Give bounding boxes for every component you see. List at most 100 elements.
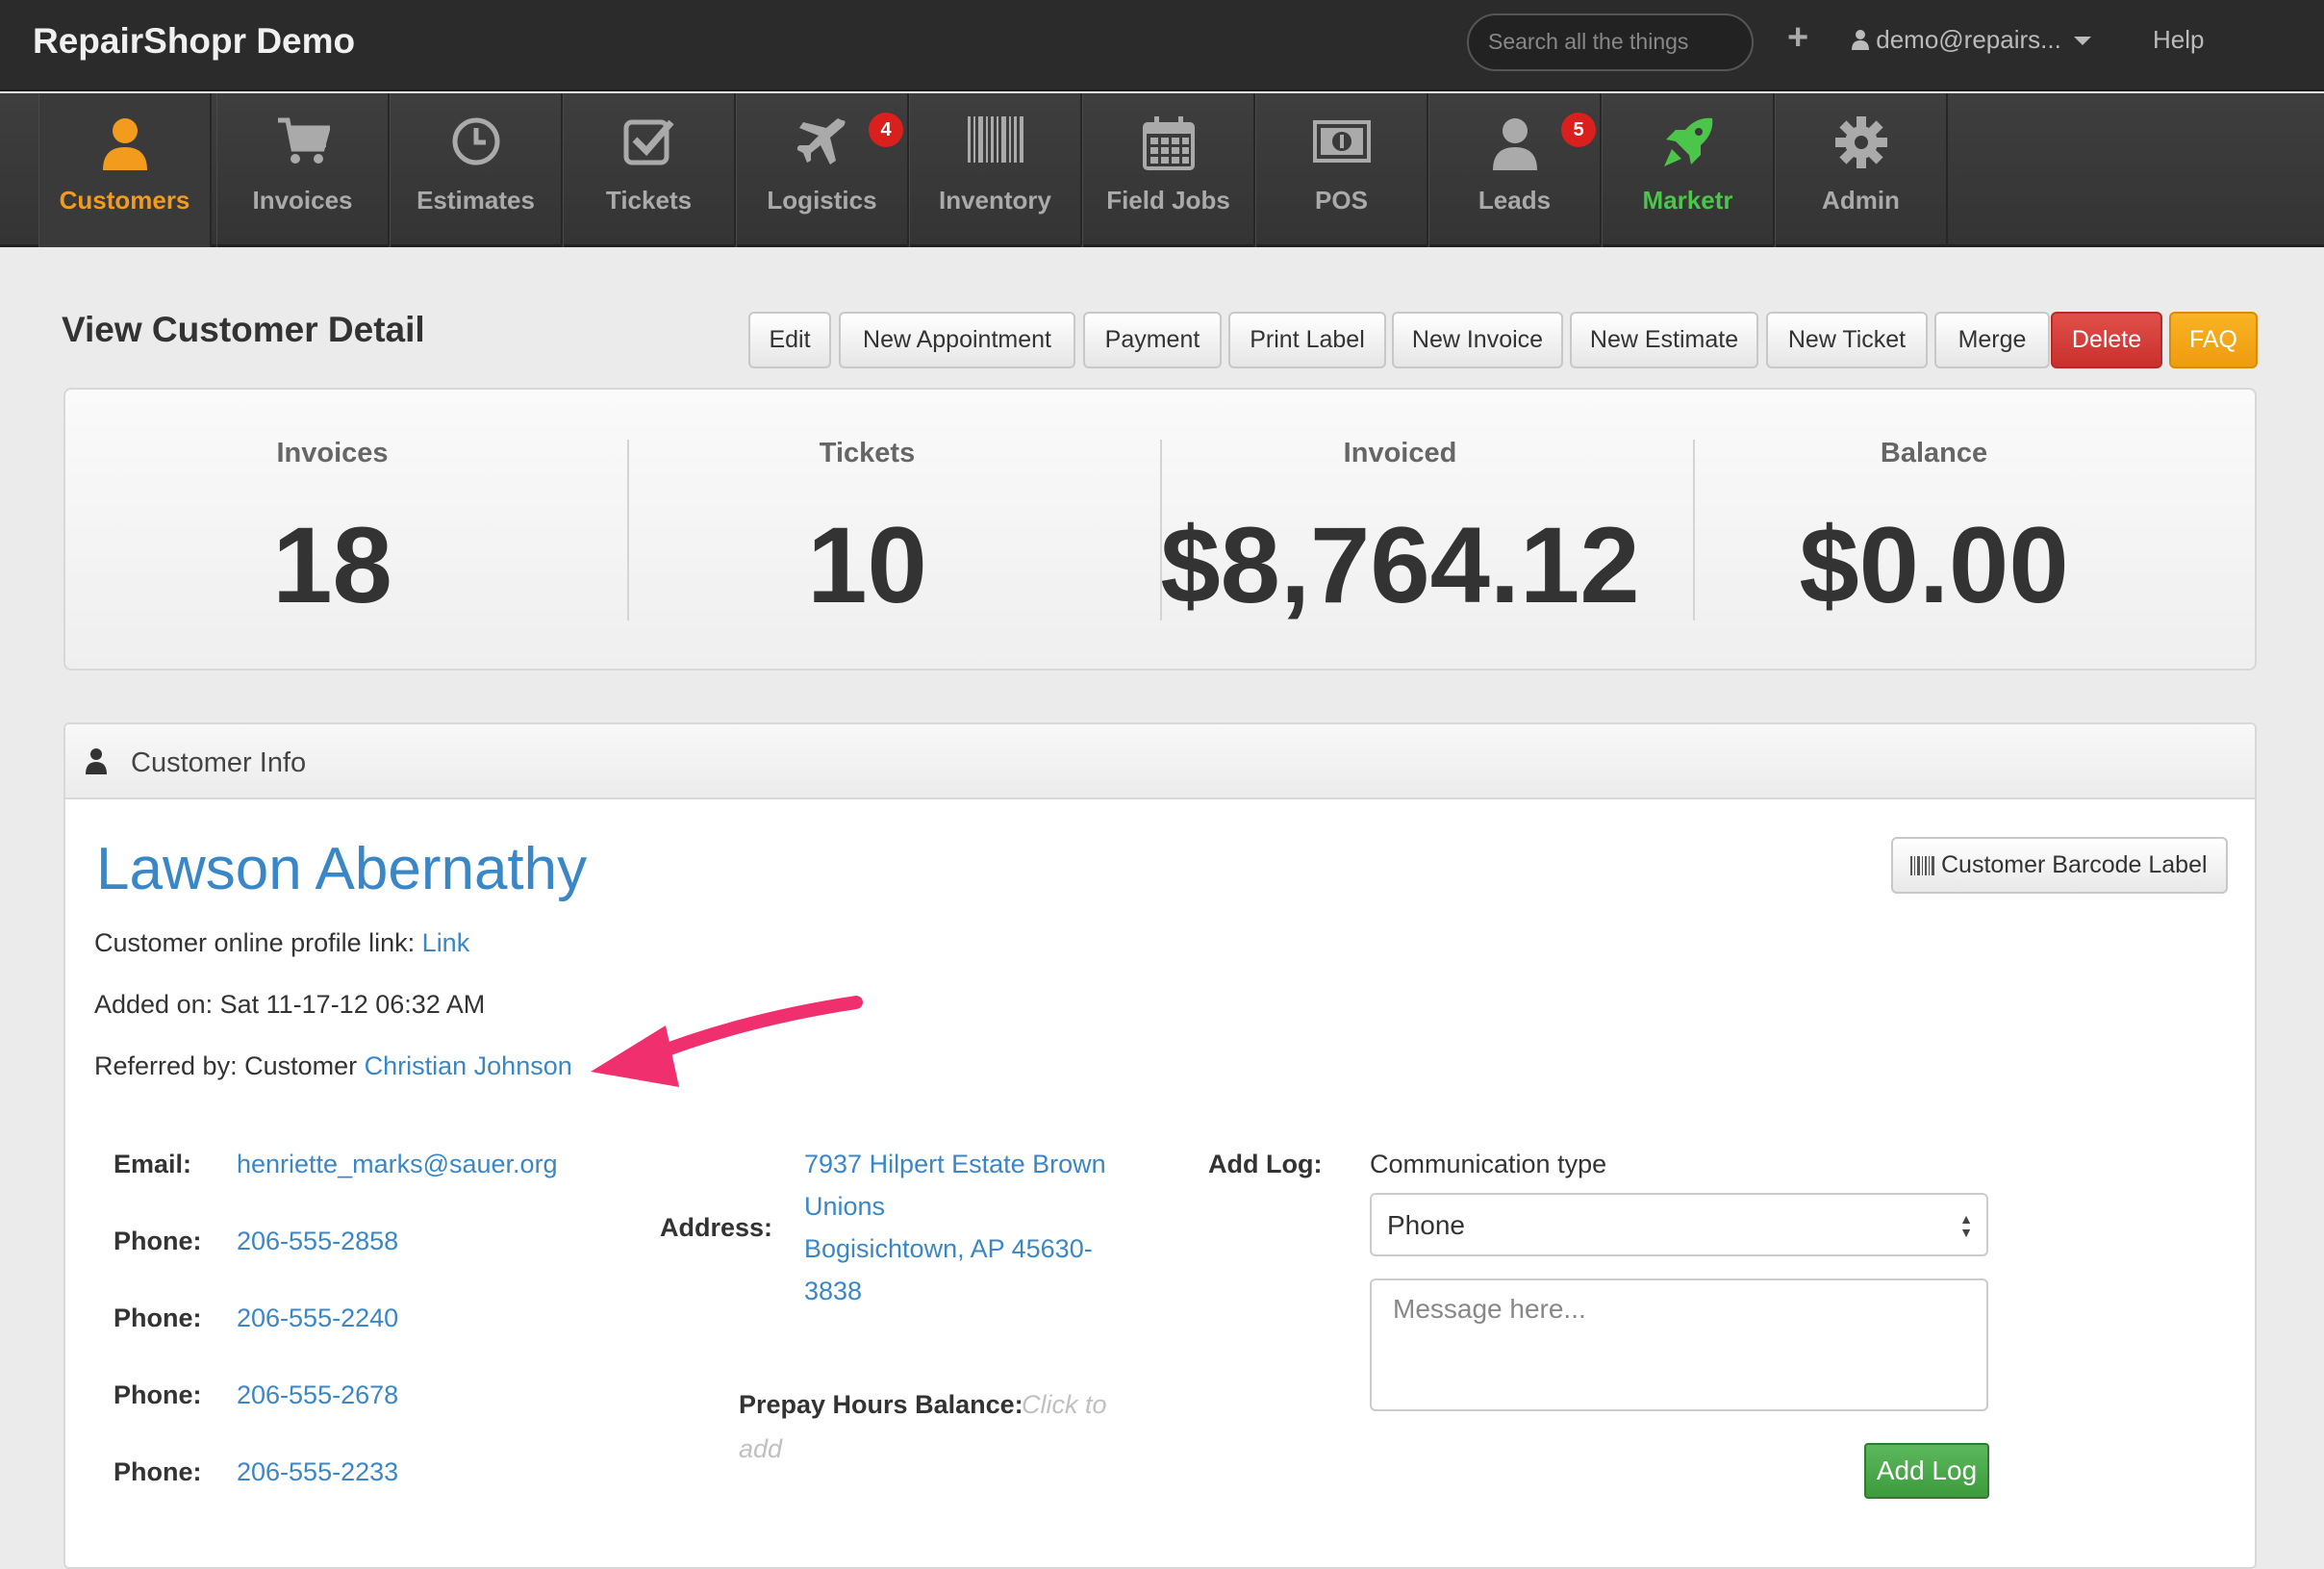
summary-stats: Invoices 18 Tickets 10 Invoiced $8,764.1… — [63, 388, 2257, 671]
profile-link[interactable]: Link — [422, 928, 470, 957]
add-log-button[interactable]: Add Log — [1864, 1443, 1989, 1499]
email-label: Email: — [114, 1150, 192, 1178]
stat-value: 10 — [807, 505, 927, 625]
address-line[interactable]: 3838 — [804, 1277, 862, 1306]
barcode-icon — [1910, 856, 1934, 875]
gear-icon — [1834, 116, 1887, 168]
caret-down-icon — [2068, 25, 2092, 54]
nav-pos[interactable]: POS — [1255, 93, 1428, 247]
nav-label: Logistics — [767, 186, 877, 215]
phone-label: Phone: — [114, 1303, 202, 1332]
communication-type-select[interactable]: Phone ▲ ▼ — [1370, 1193, 1988, 1256]
new-appointment-button[interactable]: New Appointment — [839, 312, 1075, 368]
new-estimate-button[interactable]: New Estimate — [1570, 312, 1758, 368]
plane-icon — [796, 118, 846, 164]
stat-label: Invoices — [276, 438, 389, 468]
added-on: Added on: Sat 11-17-12 06:32 AM — [94, 990, 486, 1019]
nav-label: POS — [1315, 186, 1368, 215]
nav-tickets[interactable]: Tickets — [563, 93, 736, 247]
nav-leads[interactable]: 5 Leads — [1428, 93, 1602, 247]
nav-inventory[interactable]: Inventory — [909, 93, 1082, 247]
message-textarea[interactable]: Message here... — [1370, 1278, 1988, 1411]
select-value: Phone — [1387, 1210, 1465, 1240]
payment-button[interactable]: Payment — [1083, 312, 1222, 368]
cart-icon — [277, 117, 330, 164]
phone-link[interactable]: 206-555-2678 — [237, 1380, 398, 1410]
referrer-link[interactable]: Christian Johnson — [365, 1051, 572, 1080]
help-link[interactable]: Help — [2153, 25, 2204, 55]
search-input[interactable]: Search all the things — [1467, 13, 1754, 71]
stat-label: Balance — [1880, 438, 1988, 468]
nav-label: Field Jobs — [1106, 186, 1230, 215]
new-invoice-button[interactable]: New Invoice — [1392, 312, 1563, 368]
brand-title[interactable]: RepairShopr Demo — [33, 21, 355, 62]
main-nav: Customers Invoices Estimates Tickets 4 L… — [0, 93, 2324, 247]
customer-barcode-label-button[interactable]: Customer Barcode Label — [1891, 837, 2228, 894]
address-label: Address: — [660, 1213, 773, 1242]
print-label-button[interactable]: Print Label — [1228, 312, 1386, 368]
profile-label: Customer online profile link: — [94, 928, 416, 957]
faq-button[interactable]: FAQ — [2169, 312, 2258, 368]
customer-info-panel: Customer Info Lawson Abernathy Customer … — [63, 722, 2257, 1569]
person-icon — [86, 748, 107, 774]
stat-invoices: Invoices 18 — [65, 390, 599, 672]
stat-balance: Balance $0.00 — [1667, 390, 2201, 672]
nav-marketr[interactable]: Marketr — [1602, 93, 1775, 247]
nav-customers[interactable]: Customers — [38, 93, 212, 247]
stat-label: Invoiced — [1343, 438, 1457, 468]
address-line[interactable]: 7937 Hilpert Estate Brown — [804, 1150, 1106, 1179]
delete-button[interactable]: Delete — [2051, 312, 2162, 368]
nav-estimates[interactable]: Estimates — [390, 93, 563, 247]
user-email: demo@repairs... — [1876, 25, 2061, 54]
nav-label: Estimates — [417, 186, 535, 215]
nav-label: Admin — [1822, 186, 1900, 215]
referred-by-row: Referred by: Customer Christian Johnson — [94, 1051, 572, 1081]
address-line[interactable]: Bogisichtown, AP 45630- — [804, 1234, 1093, 1264]
checkbox-icon — [623, 119, 674, 165]
leads-badge: 5 — [1561, 113, 1596, 147]
user-menu[interactable]: demo@repairs... — [1852, 25, 2092, 55]
nav-label: Tickets — [605, 186, 693, 215]
prepay-value[interactable]: Click to — [1022, 1390, 1107, 1420]
person-icon — [1492, 118, 1537, 170]
stat-value: $8,764.12 — [1160, 505, 1640, 625]
money-icon — [1312, 120, 1371, 163]
phone-link[interactable]: 206-555-2240 — [237, 1303, 398, 1333]
comm-type-label: Communication type — [1370, 1150, 1607, 1178]
referred-label: Referred by: Customer — [94, 1051, 358, 1080]
prepay-label: Prepay Hours Balance: — [739, 1390, 1023, 1419]
clock-icon — [452, 117, 499, 165]
stat-label: Tickets — [819, 438, 916, 468]
panel-title: Customer Info — [131, 747, 307, 778]
nav-label: Customers — [59, 186, 190, 215]
nav-invoices[interactable]: Invoices — [216, 93, 390, 247]
page-title: View Customer Detail — [62, 310, 425, 349]
plus-icon[interactable]: + — [1787, 17, 1808, 59]
calendar-icon — [1142, 116, 1195, 170]
edit-button[interactable]: Edit — [748, 312, 831, 368]
user-icon — [1852, 25, 1876, 54]
email-link[interactable]: henriette_marks@sauer.org — [237, 1150, 558, 1179]
new-ticket-button[interactable]: New Ticket — [1766, 312, 1928, 368]
nav-label: Leads — [1478, 186, 1552, 215]
barcode-button-label: Customer Barcode Label — [1941, 851, 2208, 878]
add-log-label: Add Log: — [1208, 1150, 1323, 1178]
phone-link[interactable]: 206-555-2233 — [237, 1457, 398, 1487]
address-line[interactable]: Unions — [804, 1192, 885, 1222]
nav-label: Marketr — [1642, 186, 1733, 215]
rocket-icon — [1663, 117, 1712, 166]
stat-invoiced: Invoiced $8,764.12 — [1133, 390, 1667, 672]
customer-name[interactable]: Lawson Abernathy — [96, 835, 587, 903]
nav-label: Inventory — [938, 186, 1052, 215]
nav-field-jobs[interactable]: Field Jobs — [1082, 93, 1255, 247]
profile-link-row: Customer online profile link: Link — [94, 928, 469, 958]
stat-value: 18 — [272, 505, 392, 625]
select-arrows-icon: ▲ ▼ — [1959, 1211, 1973, 1240]
merge-button[interactable]: Merge — [1934, 312, 2050, 368]
phone-label: Phone: — [114, 1457, 202, 1486]
phone-label: Phone: — [114, 1227, 202, 1255]
phone-link[interactable]: 206-555-2858 — [237, 1227, 398, 1256]
prepay-value[interactable]: add — [739, 1434, 782, 1464]
nav-logistics[interactable]: 4 Logistics — [736, 93, 909, 247]
nav-admin[interactable]: Admin — [1775, 93, 1948, 247]
